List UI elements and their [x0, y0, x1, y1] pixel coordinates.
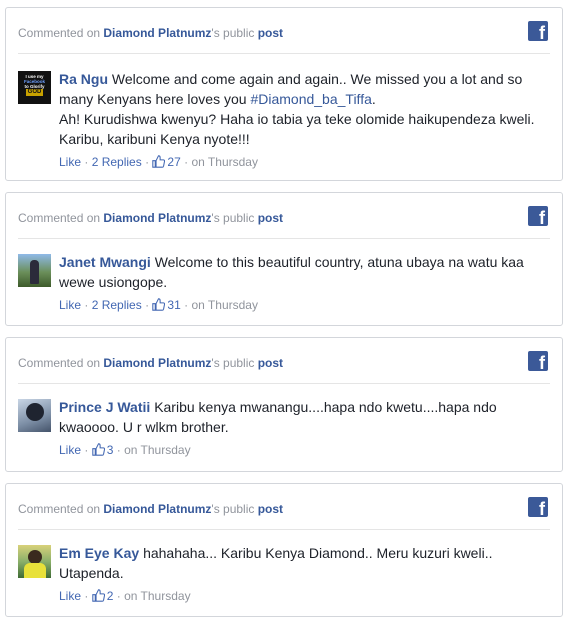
comment-actions: Like · 2 · on Thursday	[59, 588, 550, 606]
divider	[18, 53, 550, 54]
avatar[interactable]	[18, 545, 51, 578]
comment-actions: Like · 2 Replies · 27 · on Thursday	[59, 154, 550, 172]
avatar-figure	[26, 403, 44, 421]
like-link[interactable]: Like	[59, 443, 81, 457]
avatar-figure-body	[24, 563, 46, 578]
comment-body: Em Eye Kay hahahaha... Karibu Kenya Diam…	[59, 543, 550, 606]
timestamp[interactable]: on Thursday	[124, 443, 191, 457]
like-count[interactable]: 27	[167, 155, 180, 169]
comment-actions: Like · 3 · on Thursday	[59, 442, 550, 460]
timestamp[interactable]: on Thursday	[191, 155, 258, 169]
like-link[interactable]: Like	[59, 155, 81, 169]
separator: ·	[84, 155, 89, 169]
commenter-name[interactable]: Janet Mwangi	[59, 254, 151, 270]
commenter-name[interactable]: Ra Ngu	[59, 71, 108, 87]
comment-body: Ra Ngu Welcome and come again and again.…	[59, 69, 550, 172]
comment-card: Commented on Diamond Platnumz's public p…	[5, 192, 563, 326]
header-prefix: Commented on	[18, 211, 104, 225]
divider	[18, 238, 550, 239]
thumbs-up-icon	[91, 443, 105, 460]
comment-actions: Like · 2 Replies · 31 · on Thursday	[59, 297, 550, 315]
thumbs-up-icon	[91, 589, 105, 606]
separator: ·	[84, 443, 89, 457]
comment-text-line2: Ah! Kurudishwa kwenyu? Haha io tabia ya …	[59, 111, 535, 147]
comment-text-end: .	[371, 91, 376, 107]
page-name-link[interactable]: Diamond Platnumz	[103, 502, 211, 516]
card-header: Commented on Diamond Platnumz's public p…	[18, 355, 550, 371]
facebook-icon[interactable]: f	[528, 206, 548, 228]
thumbs-up-icon	[152, 155, 166, 172]
avatar-figure	[28, 550, 42, 564]
card-header: Commented on Diamond Platnumz's public p…	[18, 25, 550, 41]
avatar-figure	[30, 260, 39, 284]
like-count[interactable]: 3	[107, 443, 114, 457]
facebook-icon[interactable]: f	[528, 497, 548, 519]
timestamp[interactable]: on Thursday	[191, 298, 258, 312]
header-prefix: Commented on	[18, 26, 104, 40]
like-count[interactable]: 31	[167, 298, 180, 312]
separator: ·	[84, 589, 89, 603]
comment: Em Eye Kay hahahaha... Karibu Kenya Diam…	[18, 543, 550, 606]
like-count[interactable]: 2	[107, 589, 114, 603]
header-prefix: Commented on	[18, 356, 104, 370]
divider	[18, 383, 550, 384]
separator: ·	[84, 298, 89, 312]
separator: ·	[184, 298, 189, 312]
page-name-link[interactable]: Diamond Platnumz	[103, 26, 211, 40]
divider	[18, 529, 550, 530]
thumbs-up-icon	[152, 298, 166, 315]
comment-body: Janet Mwangi Welcome to this beautiful c…	[59, 252, 550, 315]
avatar-text: I use my Facebook to Glorify GOD	[23, 74, 45, 96]
separator: ·	[145, 298, 150, 312]
replies-link[interactable]: 2 Replies	[92, 298, 142, 312]
like-link[interactable]: Like	[59, 298, 81, 312]
facebook-icon[interactable]: f	[528, 21, 548, 43]
avatar[interactable]	[18, 399, 51, 432]
header-suffix: 's public	[211, 211, 258, 225]
timestamp[interactable]: on Thursday	[124, 589, 191, 603]
card-header: Commented on Diamond Platnumz's public p…	[18, 501, 550, 517]
page-name-link[interactable]: Diamond Platnumz	[103, 356, 211, 370]
post-link[interactable]: post	[258, 356, 283, 370]
hashtag-link[interactable]: #Diamond_ba_Tiffa	[250, 91, 371, 107]
post-link[interactable]: post	[258, 502, 283, 516]
commenter-name[interactable]: Prince J Watii	[59, 399, 150, 415]
replies-link[interactable]: 2 Replies	[92, 155, 142, 169]
post-link[interactable]: post	[258, 26, 283, 40]
page-name-link[interactable]: Diamond Platnumz	[103, 211, 211, 225]
avatar[interactable]: I use my Facebook to Glorify GOD	[18, 71, 51, 104]
comment: Prince J Watii Karibu kenya mwanangu....…	[18, 397, 550, 460]
header-suffix: 's public	[211, 26, 258, 40]
separator: ·	[116, 589, 121, 603]
avatar[interactable]	[18, 254, 51, 287]
comment-card: Commented on Diamond Platnumz's public p…	[5, 7, 563, 181]
card-header: Commented on Diamond Platnumz's public p…	[18, 210, 550, 226]
separator: ·	[116, 443, 121, 457]
separator: ·	[184, 155, 189, 169]
comment: Janet Mwangi Welcome to this beautiful c…	[18, 252, 550, 315]
header-suffix: 's public	[211, 502, 258, 516]
header-prefix: Commented on	[18, 502, 104, 516]
comment: I use my Facebook to Glorify GOD Ra Ngu Wel…	[18, 69, 550, 172]
comment-card: Commented on Diamond Platnumz's public p…	[5, 483, 563, 617]
facebook-icon[interactable]: f	[528, 351, 548, 373]
like-link[interactable]: Like	[59, 589, 81, 603]
comment-feed: Commented on Diamond Platnumz's public p…	[0, 0, 574, 624]
separator: ·	[145, 155, 150, 169]
header-suffix: 's public	[211, 356, 258, 370]
comment-card: Commented on Diamond Platnumz's public p…	[5, 337, 563, 472]
comment-body: Prince J Watii Karibu kenya mwanangu....…	[59, 397, 550, 460]
post-link[interactable]: post	[258, 211, 283, 225]
commenter-name[interactable]: Em Eye Kay	[59, 545, 139, 561]
